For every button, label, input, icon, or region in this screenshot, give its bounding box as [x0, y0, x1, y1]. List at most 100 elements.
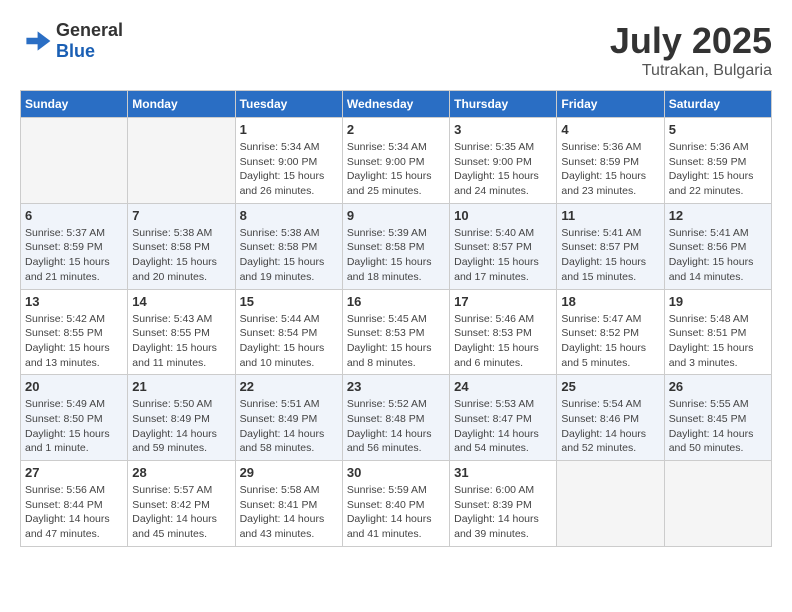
- calendar-week-1: 1 Sunrise: 5:34 AM Sunset: 9:00 PM Daylig…: [21, 118, 772, 204]
- day-number: 11: [561, 208, 659, 223]
- calendar-cell: 17 Sunrise: 5:46 AM Sunset: 8:53 PM Dayli…: [450, 289, 557, 375]
- day-number: 3: [454, 122, 552, 137]
- calendar-week-4: 20Sunrise: 5:49 AM Sunset: 8:50 PM Dayli…: [21, 375, 772, 461]
- day-number: 15: [240, 294, 338, 309]
- calendar-cell: 4Sunrise: 5:36 AM Sunset: 8:59 PM Daylig…: [557, 118, 664, 204]
- day-number: 25: [561, 379, 659, 394]
- calendar-week-5: 27 Sunrise: 5:56 AM Sunset: 8:44 PM Dayli…: [21, 461, 772, 547]
- day-info: Sunrise: 5:50 AM Sunset: 8:49 PM Dayligh…: [132, 397, 230, 456]
- weekday-header-saturday: Saturday: [664, 91, 771, 118]
- day-info: Sunrise: 5:58 AM Sunset: 8:41 PM Dayligh…: [240, 483, 338, 542]
- logo-text-blue: Blue: [56, 41, 95, 61]
- calendar-cell: 2 Sunrise: 5:34 AM Sunset: 9:00 PM Daylig…: [342, 118, 449, 204]
- calendar-cell: 6Sunrise: 5:37 AM Sunset: 8:59 PM Daylig…: [21, 203, 128, 289]
- day-number: 29: [240, 465, 338, 480]
- calendar-cell: 13 Sunrise: 5:42 AM Sunset: 8:55 PM Dayli…: [21, 289, 128, 375]
- title-block: July 2025 Tutrakan, Bulgaria: [610, 20, 772, 80]
- day-number: 30: [347, 465, 445, 480]
- calendar-cell: 29 Sunrise: 5:58 AM Sunset: 8:41 PM Dayli…: [235, 461, 342, 547]
- calendar-cell: 16 Sunrise: 5:45 AM Sunset: 8:53 PM Dayli…: [342, 289, 449, 375]
- calendar-cell: 24 Sunrise: 5:53 AM Sunset: 8:47 PM Dayli…: [450, 375, 557, 461]
- day-info: Sunrise: 5:54 AM Sunset: 8:46 PM Dayligh…: [561, 397, 659, 456]
- day-info: Sunrise: 5:45 AM Sunset: 8:53 PM Dayligh…: [347, 312, 445, 371]
- calendar-cell: 23Sunrise: 5:52 AM Sunset: 8:48 PM Dayli…: [342, 375, 449, 461]
- calendar-cell: 10 Sunrise: 5:40 AM Sunset: 8:57 PM Dayli…: [450, 203, 557, 289]
- day-number: 21: [132, 379, 230, 394]
- calendar-cell: 19Sunrise: 5:48 AM Sunset: 8:51 PM Dayli…: [664, 289, 771, 375]
- day-number: 2: [347, 122, 445, 137]
- day-number: 22: [240, 379, 338, 394]
- day-info: Sunrise: 5:37 AM Sunset: 8:59 PM Dayligh…: [25, 226, 123, 285]
- calendar-cell: 31Sunrise: 6:00 AM Sunset: 8:39 PM Dayli…: [450, 461, 557, 547]
- day-info: Sunrise: 5:52 AM Sunset: 8:48 PM Dayligh…: [347, 397, 445, 456]
- day-info: Sunrise: 5:55 AM Sunset: 8:45 PM Dayligh…: [669, 397, 767, 456]
- day-info: Sunrise: 5:53 AM Sunset: 8:47 PM Dayligh…: [454, 397, 552, 456]
- day-number: 1: [240, 122, 338, 137]
- day-number: 13: [25, 294, 123, 309]
- day-info: Sunrise: 5:41 AM Sunset: 8:57 PM Dayligh…: [561, 226, 659, 285]
- day-info: Sunrise: 5:43 AM Sunset: 8:55 PM Dayligh…: [132, 312, 230, 371]
- calendar-cell: 26 Sunrise: 5:55 AM Sunset: 8:45 PM Dayli…: [664, 375, 771, 461]
- logo-text-general: General: [56, 20, 123, 40]
- location-subtitle: Tutrakan, Bulgaria: [610, 62, 772, 80]
- day-info: Sunrise: 5:56 AM Sunset: 8:44 PM Dayligh…: [25, 483, 123, 542]
- logo: General Blue: [20, 20, 123, 62]
- calendar-cell: 25 Sunrise: 5:54 AM Sunset: 8:46 PM Dayli…: [557, 375, 664, 461]
- day-info: Sunrise: 5:34 AM Sunset: 9:00 PM Dayligh…: [347, 140, 445, 199]
- day-info: Sunrise: 5:34 AM Sunset: 9:00 PM Dayligh…: [240, 140, 338, 199]
- calendar-cell: 27 Sunrise: 5:56 AM Sunset: 8:44 PM Dayli…: [21, 461, 128, 547]
- calendar-cell: 15 Sunrise: 5:44 AM Sunset: 8:54 PM Dayli…: [235, 289, 342, 375]
- day-info: Sunrise: 5:59 AM Sunset: 8:40 PM Dayligh…: [347, 483, 445, 542]
- calendar-cell: 9Sunrise: 5:39 AM Sunset: 8:58 PM Daylig…: [342, 203, 449, 289]
- calendar-cell: 22Sunrise: 5:51 AM Sunset: 8:49 PM Dayli…: [235, 375, 342, 461]
- calendar-cell: 28Sunrise: 5:57 AM Sunset: 8:42 PM Dayli…: [128, 461, 235, 547]
- calendar-cell: [128, 118, 235, 204]
- calendar-cell: [664, 461, 771, 547]
- day-info: Sunrise: 5:57 AM Sunset: 8:42 PM Dayligh…: [132, 483, 230, 542]
- day-number: 5: [669, 122, 767, 137]
- day-info: Sunrise: 5:41 AM Sunset: 8:56 PM Dayligh…: [669, 226, 767, 285]
- weekday-header-monday: Monday: [128, 91, 235, 118]
- weekday-header-thursday: Thursday: [450, 91, 557, 118]
- day-info: Sunrise: 5:46 AM Sunset: 8:53 PM Dayligh…: [454, 312, 552, 371]
- calendar-week-2: 6Sunrise: 5:37 AM Sunset: 8:59 PM Daylig…: [21, 203, 772, 289]
- day-info: Sunrise: 5:42 AM Sunset: 8:55 PM Dayligh…: [25, 312, 123, 371]
- day-number: 31: [454, 465, 552, 480]
- day-number: 10: [454, 208, 552, 223]
- day-info: Sunrise: 5:40 AM Sunset: 8:57 PM Dayligh…: [454, 226, 552, 285]
- day-info: Sunrise: 5:38 AM Sunset: 8:58 PM Dayligh…: [240, 226, 338, 285]
- day-number: 17: [454, 294, 552, 309]
- day-info: Sunrise: 5:35 AM Sunset: 9:00 PM Dayligh…: [454, 140, 552, 199]
- calendar-cell: 18Sunrise: 5:47 AM Sunset: 8:52 PM Dayli…: [557, 289, 664, 375]
- calendar-cell: 30 Sunrise: 5:59 AM Sunset: 8:40 PM Dayli…: [342, 461, 449, 547]
- day-number: 27: [25, 465, 123, 480]
- day-info: Sunrise: 5:36 AM Sunset: 8:59 PM Dayligh…: [669, 140, 767, 199]
- calendar-cell: [21, 118, 128, 204]
- weekday-row: SundayMondayTuesdayWednesdayThursdayFrid…: [21, 91, 772, 118]
- day-number: 18: [561, 294, 659, 309]
- day-number: 14: [132, 294, 230, 309]
- weekday-header-friday: Friday: [557, 91, 664, 118]
- day-number: 26: [669, 379, 767, 394]
- month-year-title: July 2025: [610, 20, 772, 62]
- day-info: Sunrise: 5:44 AM Sunset: 8:54 PM Dayligh…: [240, 312, 338, 371]
- day-number: 7: [132, 208, 230, 223]
- logo-icon: [20, 25, 52, 57]
- calendar-cell: 12 Sunrise: 5:41 AM Sunset: 8:56 PM Dayli…: [664, 203, 771, 289]
- day-info: Sunrise: 5:38 AM Sunset: 8:58 PM Dayligh…: [132, 226, 230, 285]
- calendar-cell: 5 Sunrise: 5:36 AM Sunset: 8:59 PM Daylig…: [664, 118, 771, 204]
- day-number: 16: [347, 294, 445, 309]
- day-number: 12: [669, 208, 767, 223]
- weekday-header-sunday: Sunday: [21, 91, 128, 118]
- calendar-body: 1 Sunrise: 5:34 AM Sunset: 9:00 PM Daylig…: [21, 118, 772, 547]
- day-number: 19: [669, 294, 767, 309]
- day-number: 9: [347, 208, 445, 223]
- calendar-cell: 20Sunrise: 5:49 AM Sunset: 8:50 PM Dayli…: [21, 375, 128, 461]
- calendar-cell: 3 Sunrise: 5:35 AM Sunset: 9:00 PM Daylig…: [450, 118, 557, 204]
- day-info: Sunrise: 5:36 AM Sunset: 8:59 PM Dayligh…: [561, 140, 659, 199]
- calendar-cell: 8Sunrise: 5:38 AM Sunset: 8:58 PM Daylig…: [235, 203, 342, 289]
- calendar-cell: [557, 461, 664, 547]
- day-number: 24: [454, 379, 552, 394]
- calendar-cell: 7 Sunrise: 5:38 AM Sunset: 8:58 PM Daylig…: [128, 203, 235, 289]
- calendar-cell: 1 Sunrise: 5:34 AM Sunset: 9:00 PM Daylig…: [235, 118, 342, 204]
